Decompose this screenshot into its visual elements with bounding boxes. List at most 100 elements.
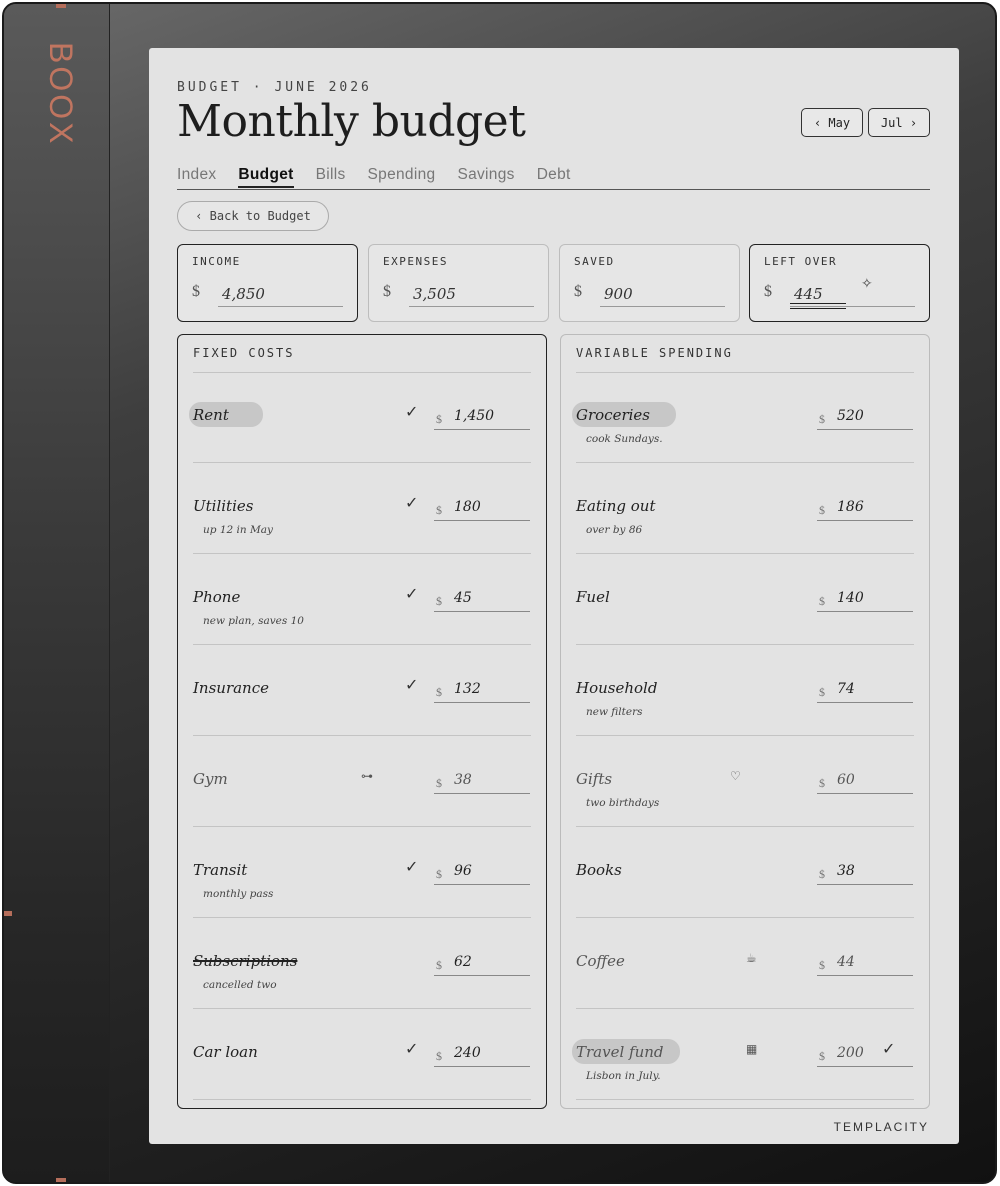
prev-month-button[interactable]: ‹ May xyxy=(801,108,863,137)
stat-label: EXPENSES xyxy=(383,255,448,268)
row-name[interactable]: Transit xyxy=(193,861,247,879)
checkmark-icon[interactable]: ✓ xyxy=(405,402,418,421)
row-name[interactable]: Travel fund xyxy=(576,1043,664,1061)
currency-symbol: $ xyxy=(819,1049,825,1063)
row-name[interactable]: Utilities xyxy=(193,497,253,515)
write-line xyxy=(817,975,913,976)
amount-value[interactable]: 240 xyxy=(454,1045,481,1061)
screen: BUDGET · JUNE 2026 Monthly budget ‹ May … xyxy=(149,48,959,1144)
tab-index[interactable]: Index xyxy=(177,166,216,188)
panel-title: FIXED COSTS xyxy=(193,346,295,360)
tab-bills[interactable]: Bills xyxy=(316,166,346,188)
row-name[interactable]: Books xyxy=(576,861,622,879)
write-line xyxy=(600,306,725,307)
saved-card: SAVED $ 900 xyxy=(559,244,740,322)
currency-symbol: $ xyxy=(819,594,825,608)
amount-value[interactable]: 60 xyxy=(837,772,855,788)
back-to-budget-button[interactable]: ‹ Back to Budget xyxy=(177,201,329,231)
write-line xyxy=(817,611,913,612)
next-month-button[interactable]: Jul › xyxy=(868,108,930,137)
currency-symbol: $ xyxy=(436,503,442,517)
stat-label: LEFT OVER xyxy=(764,255,838,268)
write-line xyxy=(817,429,913,430)
row-name[interactable]: Rent xyxy=(193,406,229,424)
building-icon: ▦ xyxy=(746,1042,758,1056)
row-note[interactable]: monthly pass xyxy=(203,888,273,900)
amount-value[interactable]: 180 xyxy=(454,499,481,515)
row-note[interactable]: cook Sundays. xyxy=(586,433,663,445)
amount-value[interactable]: 38 xyxy=(454,772,472,788)
currency-symbol: $ xyxy=(436,685,442,699)
amount-value[interactable]: 45 xyxy=(454,590,472,606)
write-line xyxy=(817,520,913,521)
tab-savings[interactable]: Savings xyxy=(457,166,514,188)
budget-row: Gifts two birthdays ♡ $60 xyxy=(576,736,914,827)
row-name[interactable]: Car loan xyxy=(193,1043,258,1061)
amount-value[interactable]: 74 xyxy=(837,681,855,697)
row-note[interactable]: cancelled two xyxy=(203,979,277,991)
amount-value[interactable]: 140 xyxy=(837,590,864,606)
currency-symbol: $ xyxy=(383,283,391,300)
income-value[interactable]: 4,850 xyxy=(222,285,265,303)
row-name[interactable]: Gifts xyxy=(576,770,612,788)
currency-symbol: $ xyxy=(819,685,825,699)
currency-symbol: $ xyxy=(192,283,200,300)
row-note[interactable]: new filters xyxy=(586,706,643,718)
checkmark-icon[interactable]: ✓ xyxy=(405,675,418,694)
budget-row: Household new filters $74 xyxy=(576,645,914,736)
row-name[interactable]: Phone xyxy=(193,588,240,606)
amount-value[interactable]: 132 xyxy=(454,681,481,697)
stat-label: INCOME xyxy=(192,255,241,268)
budget-row: Coffee ☕ $44 xyxy=(576,918,914,1009)
ereader-device: BOOX BUDGET · JUNE 2026 Monthly budget ‹… xyxy=(2,2,997,1184)
row-note[interactable]: new plan, saves 10 xyxy=(203,615,304,627)
write-line xyxy=(817,1066,913,1067)
write-line xyxy=(434,1066,530,1067)
tab-budget[interactable]: Budget xyxy=(238,166,294,188)
currency-symbol: $ xyxy=(436,1049,442,1063)
tab-debt[interactable]: Debt xyxy=(537,166,571,188)
amount-value[interactable]: 96 xyxy=(454,863,472,879)
row-name[interactable]: Household xyxy=(576,679,657,697)
left-over-card: LEFT OVER $ 445 ✧ xyxy=(749,244,930,322)
device-spine: BOOX xyxy=(4,4,110,1182)
row-name[interactable]: Fuel xyxy=(576,588,610,606)
budget-row: Fuel $140 xyxy=(576,554,914,645)
row-note[interactable]: up 12 in May xyxy=(203,524,273,536)
row-name[interactable]: Subscriptions xyxy=(193,952,297,970)
checkmark-icon[interactable]: ✓ xyxy=(405,493,418,512)
row-name[interactable]: Groceries xyxy=(576,406,650,424)
saved-value[interactable]: 900 xyxy=(604,285,633,303)
row-name[interactable]: Coffee xyxy=(576,952,625,970)
amount-value[interactable]: 44 xyxy=(837,954,855,970)
row-note[interactable]: Lisbon in July. xyxy=(586,1070,661,1082)
amount-value[interactable]: 62 xyxy=(454,954,472,970)
currency-symbol: $ xyxy=(574,283,582,300)
expenses-value[interactable]: 3,505 xyxy=(413,285,456,303)
amount-value[interactable]: 200 xyxy=(837,1045,864,1061)
currency-symbol: $ xyxy=(436,958,442,972)
amount-value[interactable]: 38 xyxy=(837,863,855,879)
side-button xyxy=(4,911,12,916)
budget-row: Car loan ✓ $240 xyxy=(193,1009,531,1100)
tab-spending[interactable]: Spending xyxy=(368,166,436,188)
write-line xyxy=(434,975,530,976)
checkmark-icon[interactable]: ✓ xyxy=(405,1039,418,1058)
row-name[interactable]: Insurance xyxy=(193,679,269,697)
row-note[interactable]: over by 86 xyxy=(586,524,642,536)
budget-row: Utilities up 12 in May ✓ $180 xyxy=(193,463,531,554)
checkmark-icon[interactable]: ✓ xyxy=(882,1039,895,1058)
checkmark-icon[interactable]: ✓ xyxy=(405,584,418,603)
amount-value[interactable]: 1,450 xyxy=(454,408,494,424)
left-over-value[interactable]: 445 xyxy=(794,285,823,303)
amount-value[interactable]: 520 xyxy=(837,408,864,424)
row-note[interactable]: two birthdays xyxy=(586,797,659,809)
row-name[interactable]: Eating out xyxy=(576,497,655,515)
amount-value[interactable]: 186 xyxy=(837,499,864,515)
templacity-logo: TEMPLACITY xyxy=(833,1120,929,1134)
currency-symbol: $ xyxy=(819,867,825,881)
checkmark-icon[interactable]: ✓ xyxy=(405,857,418,876)
row-name[interactable]: Gym xyxy=(193,770,228,788)
currency-symbol: $ xyxy=(436,776,442,790)
tab-bar: Index Budget Bills Spending Savings Debt xyxy=(177,166,930,190)
